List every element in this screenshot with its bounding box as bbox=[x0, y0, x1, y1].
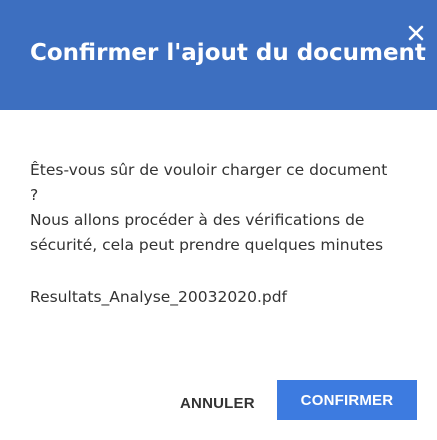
question-line-1: Êtes-vous sûr de vouloir charger ce docu… bbox=[30, 161, 388, 179]
info-line-1: Nous allons procéder à des vérifications… bbox=[30, 211, 365, 229]
question-line-2: ? bbox=[30, 186, 39, 204]
info-line-2: sécurité, cela peut prendre quelques min… bbox=[30, 236, 384, 254]
dialog-header: Confirmer l'ajout du document bbox=[0, 0, 437, 110]
dialog-title: Confirmer l'ajout du document bbox=[30, 40, 426, 66]
cancel-button[interactable]: ANNULER bbox=[170, 385, 265, 421]
info-text: Nous allons procéder à des vérifications… bbox=[30, 208, 420, 258]
close-button[interactable] bbox=[403, 20, 429, 46]
close-icon bbox=[408, 25, 424, 41]
confirm-upload-dialog: Confirmer l'ajout du document Êtes-vous … bbox=[0, 0, 437, 440]
question-text: Êtes-vous sûr de vouloir charger ce docu… bbox=[30, 158, 420, 208]
file-name: Resultats_Analyse_20032020.pdf bbox=[30, 288, 288, 306]
confirm-button[interactable]: CONFIRMER bbox=[277, 380, 417, 420]
dialog-body: Êtes-vous sûr de vouloir charger ce docu… bbox=[30, 158, 420, 310]
